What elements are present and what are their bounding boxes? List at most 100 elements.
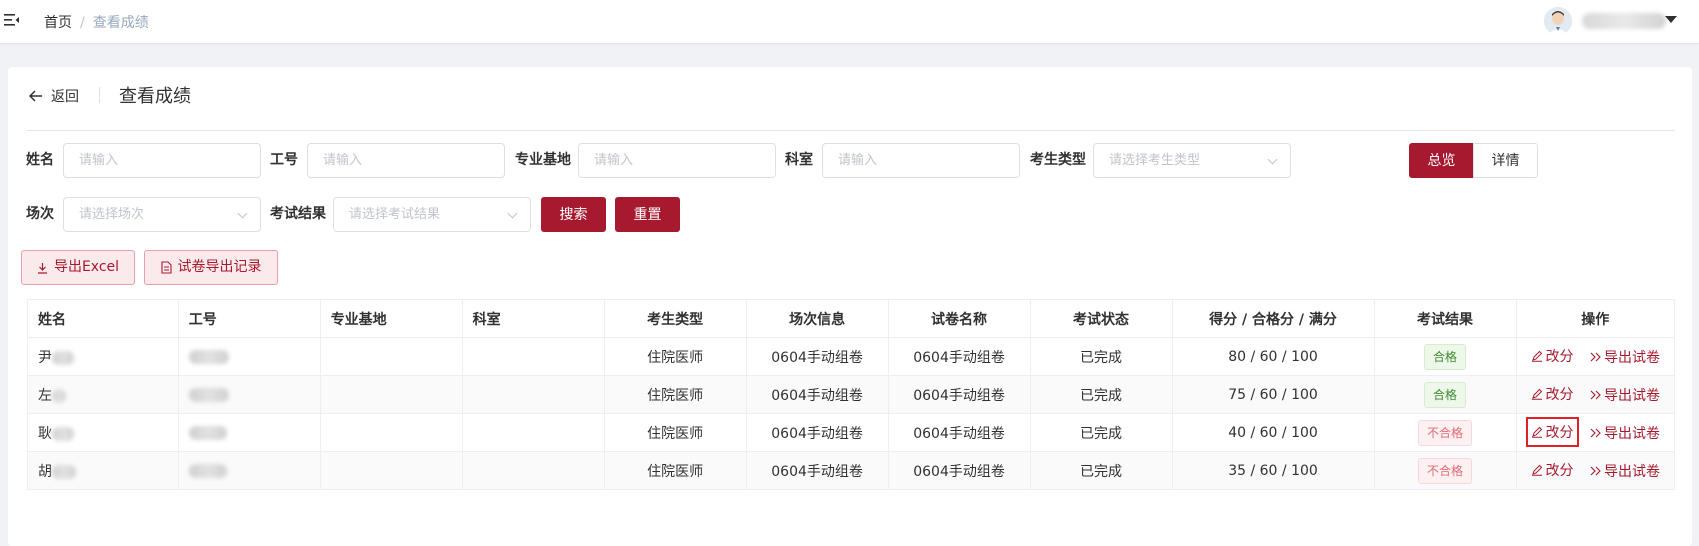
header-divider	[99, 87, 100, 103]
result-badge: 不合格	[1418, 419, 1473, 446]
cell-name: 尹	[27, 337, 179, 376]
cell-paper: 0604手动组卷	[887, 451, 1031, 490]
col-header-score: 得分 / 合格分 / 满分	[1171, 299, 1375, 338]
edit-score-label: 改分	[1545, 387, 1574, 403]
name-label: 姓名	[26, 152, 54, 168]
base-input[interactable]: 请输入	[578, 143, 776, 178]
edit-score-button[interactable]: 改分	[1531, 460, 1574, 480]
cell-type: 住院医师	[603, 413, 747, 452]
detail-toggle-button[interactable]: 详情	[1473, 143, 1538, 178]
export-excel-button[interactable]: 导出Excel	[21, 250, 135, 285]
export-paper-label: 导出试卷	[1603, 350, 1660, 366]
export-paper-label: 导出试卷	[1603, 426, 1660, 442]
chevron-down-icon	[1267, 154, 1278, 165]
cell-dept	[461, 451, 605, 490]
col-header-result: 考试结果	[1373, 299, 1517, 338]
result-placeholder: 请选择考试结果	[349, 207, 441, 222]
export-excel-label: 导出Excel	[53, 259, 120, 275]
edit-score-button[interactable]: 改分	[1531, 346, 1574, 366]
export-paper-button[interactable]: 导出试卷	[1590, 461, 1660, 481]
export-paper-button[interactable]: 导出试卷	[1590, 347, 1660, 367]
table-row: 尹 住院医师 0604手动组卷 0604手动组卷 已完成 80 / 60 / 1…	[27, 337, 1676, 376]
export-records-label: 试卷导出记录	[177, 259, 262, 275]
cell-result: 合格	[1373, 375, 1517, 414]
export-paper-label: 导出试卷	[1603, 388, 1660, 404]
name-input[interactable]: 请输入	[63, 143, 261, 178]
overview-toggle-button[interactable]: 总览	[1409, 143, 1474, 178]
cell-dept	[461, 413, 605, 452]
session-placeholder: 请选择场次	[79, 207, 145, 222]
edit-score-button[interactable]: 改分	[1525, 417, 1579, 447]
redacted-staff-id	[188, 349, 229, 364]
result-badge: 合格	[1424, 381, 1467, 408]
cell-paper: 0604手动组卷	[887, 375, 1031, 414]
cell-actions: 改分 导出试卷	[1515, 451, 1676, 490]
cell-status: 已完成	[1029, 413, 1173, 452]
cell-result: 合格	[1373, 337, 1517, 376]
cell-type: 住院医师	[603, 375, 747, 414]
reset-button[interactable]: 重置	[615, 197, 680, 232]
redacted-staff-id	[188, 387, 229, 402]
export-paper-button[interactable]: 导出试卷	[1590, 423, 1660, 443]
user-name	[1582, 13, 1666, 29]
type-select[interactable]: 请选择考生类型	[1093, 143, 1291, 178]
staff-id-label: 工号	[270, 152, 298, 168]
user-menu-caret-icon[interactable]	[1665, 16, 1677, 23]
table-row: 左 住院医师 0604手动组卷 0604手动组卷 已完成 75 / 60 / 1…	[27, 375, 1676, 414]
cell-staff-id	[177, 413, 321, 452]
cell-name: 胡	[27, 451, 179, 490]
document-icon	[160, 261, 172, 274]
export-paper-button[interactable]: 导出试卷	[1590, 385, 1660, 405]
table-row: 耿 住院医师 0604手动组卷 0604手动组卷 已完成 40 / 60 / 1…	[27, 413, 1676, 452]
user-avatar-icon	[1544, 7, 1572, 35]
double-chevron-right-icon	[1590, 390, 1601, 400]
breadcrumb-home[interactable]: 首页	[44, 15, 72, 31]
session-select[interactable]: 请选择场次	[63, 197, 261, 232]
back-button[interactable]: 返回	[29, 84, 79, 108]
edit-score-button[interactable]: 改分	[1531, 384, 1574, 404]
cell-session: 0604手动组卷	[745, 375, 889, 414]
edit-icon	[1531, 350, 1542, 362]
edit-score-label: 改分	[1545, 463, 1574, 479]
name-placeholder: 请输入	[79, 153, 119, 168]
top-navbar: 首页 / 查看成绩	[0, 0, 1699, 44]
menu-toggle-icon[interactable]	[4, 13, 20, 27]
cell-actions: 改分 导出试卷	[1515, 413, 1676, 452]
staff-id-placeholder: 请输入	[323, 153, 363, 168]
breadcrumb: 首页 / 查看成绩	[44, 12, 149, 32]
export-paper-label: 导出试卷	[1603, 464, 1660, 480]
cell-session: 0604手动组卷	[745, 451, 889, 490]
redacted-name	[52, 350, 74, 365]
col-header-base: 专业基地	[319, 299, 463, 338]
avatar[interactable]	[1544, 7, 1572, 35]
back-label: 返回	[51, 89, 79, 105]
arrow-left-icon	[29, 90, 42, 102]
double-chevron-right-icon	[1590, 466, 1601, 476]
redacted-staff-id	[188, 425, 227, 440]
cell-staff-id	[177, 375, 321, 414]
cell-status: 已完成	[1029, 375, 1173, 414]
cell-base	[319, 337, 463, 376]
cell-paper: 0604手动组卷	[887, 413, 1031, 452]
cell-session: 0604手动组卷	[745, 413, 889, 452]
col-header-status: 考试状态	[1029, 299, 1173, 338]
col-header-name: 姓名	[27, 299, 179, 338]
result-select[interactable]: 请选择考试结果	[333, 197, 531, 232]
cell-dept	[461, 375, 605, 414]
col-header-type: 考生类型	[603, 299, 747, 338]
breadcrumb-separator: /	[80, 15, 85, 31]
result-badge: 合格	[1424, 343, 1467, 370]
type-placeholder: 请选择考生类型	[1109, 153, 1201, 168]
cell-score: 40 / 60 / 100	[1171, 413, 1375, 452]
cell-status: 已完成	[1029, 451, 1173, 490]
export-records-button[interactable]: 试卷导出记录	[144, 250, 278, 285]
cell-result: 不合格	[1373, 451, 1517, 490]
search-button[interactable]: 搜索	[541, 197, 606, 232]
student-name: 胡	[38, 463, 52, 480]
edit-icon	[1531, 426, 1542, 438]
col-header-staff-id: 工号	[177, 299, 321, 338]
cell-staff-id	[177, 337, 321, 376]
base-placeholder: 请输入	[594, 153, 634, 168]
staff-id-input[interactable]: 请输入	[307, 143, 505, 178]
dept-input[interactable]: 请输入	[822, 143, 1020, 178]
